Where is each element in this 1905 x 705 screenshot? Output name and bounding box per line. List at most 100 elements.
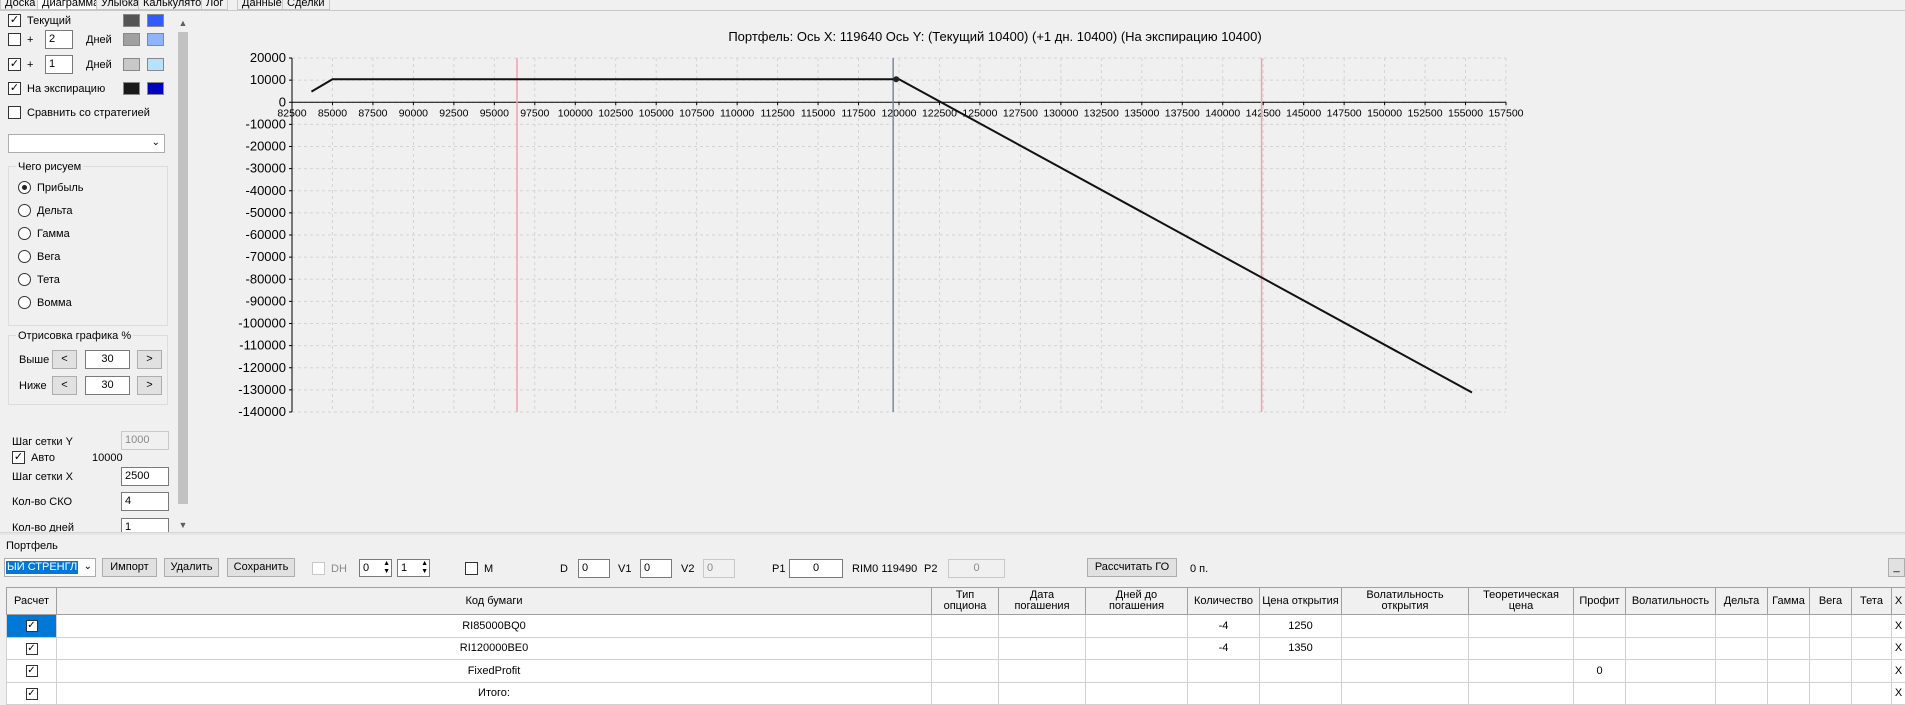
- above-input[interactable]: 30: [85, 350, 130, 369]
- strategy-compare-select[interactable]: ⌄: [8, 134, 165, 153]
- plus-days-1-color-light[interactable]: [147, 33, 164, 46]
- d-input[interactable]: 0: [578, 559, 610, 578]
- x-tick-label: 95000: [480, 107, 509, 119]
- import-button[interactable]: Импорт: [102, 558, 157, 577]
- grid-y-input[interactable]: 1000: [121, 431, 169, 450]
- row-calc-cell[interactable]: ✓: [6, 659, 57, 683]
- v1-input[interactable]: 0: [640, 559, 672, 578]
- radio-theta[interactable]: [18, 273, 31, 286]
- minimize-button[interactable]: _: [1888, 558, 1905, 577]
- current-color-dark[interactable]: [123, 14, 140, 27]
- below-input[interactable]: 30: [85, 376, 130, 395]
- col-header-vega[interactable]: Вега: [1809, 587, 1852, 615]
- row-calc-checkbox[interactable]: ✓: [25, 642, 38, 655]
- sko-input[interactable]: 4: [121, 492, 169, 511]
- plus-days-2-color-dark[interactable]: [123, 58, 140, 71]
- dh-stepper-1[interactable]: 0 ▲ ▼: [359, 559, 392, 577]
- dh-checkbox[interactable]: [312, 562, 325, 575]
- spinner-icon[interactable]: ▲ ▼: [421, 560, 428, 576]
- m-checkbox[interactable]: [465, 562, 478, 575]
- delete-button[interactable]: Удалить: [164, 558, 219, 577]
- expiry-color-dark[interactable]: [123, 82, 140, 95]
- radio-vega[interactable]: [18, 250, 31, 263]
- col-header-gamma[interactable]: Гамма: [1767, 587, 1810, 615]
- current-color-light[interactable]: [147, 14, 164, 27]
- tab-log[interactable]: Лог: [201, 0, 229, 10]
- table-row[interactable]: ✓ Итого: X: [6, 681, 1905, 705]
- v2-input[interactable]: 0: [703, 559, 735, 578]
- spinner-icon[interactable]: ▲ ▼: [383, 560, 390, 576]
- col-header-calc[interactable]: Расчет: [6, 587, 57, 615]
- radio-vomma[interactable]: [18, 296, 31, 309]
- row-calc-checkbox[interactable]: ✓: [25, 620, 38, 633]
- table-row[interactable]: ✓ RI85000BQ0 -4 1250 X: [6, 614, 1905, 638]
- plus-days-1-input[interactable]: 2: [45, 30, 73, 49]
- auto-checkbox[interactable]: ✓: [12, 451, 25, 464]
- below-decrease-button[interactable]: <: [52, 376, 77, 395]
- col-header-profit[interactable]: Профит: [1573, 587, 1626, 615]
- expiry-checkbox[interactable]: ✓: [8, 82, 21, 95]
- plus-days-2-input[interactable]: 1: [45, 55, 73, 74]
- col-header-type[interactable]: Тип опциона: [931, 587, 999, 615]
- col-header-theta[interactable]: Тета: [1851, 587, 1892, 615]
- col-header-open-volatility[interactable]: Волатильность открытия: [1341, 587, 1469, 615]
- row-remove-button[interactable]: X: [1891, 659, 1905, 683]
- plus-days-1-checkbox[interactable]: [8, 33, 21, 46]
- col-header-theor-price[interactable]: Теоретическая цена: [1468, 587, 1574, 615]
- tab-smile[interactable]: Улыбка: [96, 0, 145, 10]
- grid-x-input[interactable]: 2500: [121, 467, 169, 486]
- p1-input[interactable]: 0: [789, 559, 843, 578]
- col-header-volatility[interactable]: Волатильность: [1625, 587, 1716, 615]
- col-header-expiry-date[interactable]: Дата погашения: [998, 587, 1086, 615]
- x-tick-label: 132500: [1084, 107, 1119, 119]
- row-calc-cell[interactable]: ✓: [6, 636, 57, 660]
- scroll-up-icon[interactable]: ▲: [176, 16, 190, 30]
- radio-profit[interactable]: [18, 181, 31, 194]
- col-header-open-price[interactable]: Цена открытия: [1259, 587, 1342, 615]
- tab-board[interactable]: Доска: [0, 0, 41, 10]
- settings-scrollbar[interactable]: ▲ ▼: [176, 16, 190, 532]
- row-calc-cell[interactable]: ✓: [6, 681, 57, 705]
- row-remove-button[interactable]: X: [1891, 614, 1905, 638]
- scroll-thumb[interactable]: [178, 32, 188, 504]
- table-row[interactable]: ✓ FixedProfit 0 X: [6, 659, 1905, 683]
- dh-stepper-2[interactable]: 1 ▲ ▼: [397, 559, 430, 577]
- p2-input[interactable]: 0: [948, 559, 1005, 578]
- expiry-color-light[interactable]: [147, 82, 164, 95]
- plus-days-2-color-light[interactable]: [147, 58, 164, 71]
- scroll-down-icon[interactable]: ▼: [176, 518, 190, 532]
- radio-gamma[interactable]: [18, 227, 31, 240]
- days-count-input[interactable]: 1: [121, 518, 169, 532]
- above-decrease-button[interactable]: <: [52, 350, 77, 369]
- table-row[interactable]: ✓ RI120000BE0 -4 1350 X: [6, 636, 1905, 660]
- radio-delta[interactable]: [18, 204, 31, 217]
- x-tick-label: 152500: [1408, 107, 1443, 119]
- panel-splitter[interactable]: [0, 532, 1905, 535]
- row-remove-button[interactable]: X: [1891, 681, 1905, 705]
- row-code: Итого:: [56, 681, 932, 705]
- chevron-down-icon: ⌄: [83, 561, 92, 572]
- col-header-code[interactable]: Код бумаги: [56, 587, 932, 615]
- below-increase-button[interactable]: >: [137, 376, 162, 395]
- current-checkbox[interactable]: ✓: [8, 14, 21, 27]
- plus-days-1-color-dark[interactable]: [123, 33, 140, 46]
- row-calc-checkbox[interactable]: ✓: [25, 665, 38, 678]
- row-calc-cell[interactable]: ✓: [6, 614, 57, 638]
- row-calc-checkbox[interactable]: ✓: [25, 687, 38, 700]
- save-button[interactable]: Сохранить: [227, 558, 295, 577]
- payoff-chart[interactable]: 82500 85000 87500 90000 92500 95000 97500 10000…: [190, 40, 1905, 510]
- tab-deals[interactable]: Сделки: [282, 0, 330, 10]
- col-header-delta[interactable]: Дельта: [1715, 587, 1768, 615]
- col-header-quantity[interactable]: Количество: [1187, 587, 1260, 615]
- plus-days-2-checkbox[interactable]: ✓: [8, 58, 21, 71]
- y-tick-label: -40000: [246, 183, 286, 198]
- col-header-days-to-expiry[interactable]: Дней до погашения: [1085, 587, 1188, 615]
- x-tick-label: 147500: [1327, 107, 1362, 119]
- calculate-go-button[interactable]: Рассчитать ГО: [1087, 558, 1177, 577]
- compare-checkbox[interactable]: [8, 106, 21, 119]
- tab-data[interactable]: Данные: [237, 0, 287, 10]
- strategy-select[interactable]: ЫЙ СТРЕНГЛ ⌄: [4, 558, 96, 577]
- tab-diagram[interactable]: Диаграмма: [37, 0, 105, 10]
- row-remove-button[interactable]: X: [1891, 636, 1905, 660]
- above-increase-button[interactable]: >: [137, 350, 162, 369]
